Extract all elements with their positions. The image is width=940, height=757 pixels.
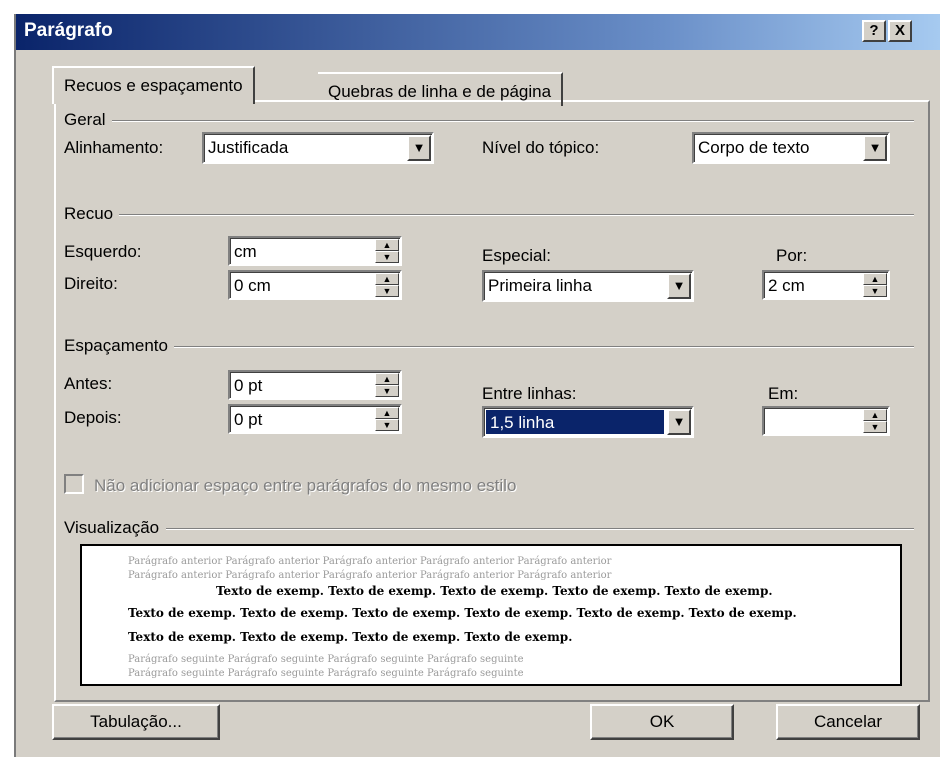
tab-recuos-espacamento[interactable]: Recuos e espaçamento [52,66,255,104]
dialog-title: Parágrafo [24,20,113,41]
preview-previous-paragraph: Parágrafo anterior Parágrafo anterior Pa… [128,570,612,581]
spinner-arrows[interactable]: ▲ ▼ [375,407,399,431]
group-geral-label: Geral [64,110,112,130]
antes-label: Antes: [64,374,113,393]
por-label: Por: [776,246,808,265]
alinhamento-label: Alinhamento: [64,138,164,157]
spinner-arrows[interactable]: ▲ ▼ [863,409,887,433]
spinner-arrows[interactable]: ▲ ▼ [863,273,887,297]
spinbox-value: 2 cm [768,276,805,295]
dropdown-value: Justificada [208,138,289,157]
preview-next-paragraph: Parágrafo seguinte Parágrafo seguinte Pa… [128,668,524,679]
ok-button[interactable]: OK [590,704,734,740]
group-divider [166,528,914,530]
spinner-arrows[interactable]: ▲ ▼ [375,373,399,397]
especial-dropdown[interactable]: Primeira linha ▼ [482,270,694,302]
spin-down-icon[interactable]: ▼ [375,251,399,263]
direito-label: Direito: [64,274,118,293]
esquerdo-spinbox[interactable]: cm ▲ ▼ [228,236,402,266]
spin-down-icon[interactable]: ▼ [375,285,399,297]
esquerdo-label: Esquerdo: [64,242,142,261]
preview-previous-paragraph: Parágrafo anterior Parágrafo anterior Pa… [128,556,612,567]
antes-spinbox[interactable]: 0 pt ▲ ▼ [228,370,402,400]
spin-down-icon[interactable]: ▼ [863,285,887,297]
background-strip [0,0,940,14]
no-space-checkbox-label: Não adicionar espaço entre parágrafos do… [94,476,517,495]
no-space-checkbox[interactable] [64,474,84,494]
cancelar-button[interactable]: Cancelar [776,704,920,740]
spin-down-icon[interactable]: ▼ [375,419,399,431]
spin-up-icon[interactable]: ▲ [375,273,399,285]
title-bar[interactable]: Parágrafo ? X [16,14,940,50]
close-button[interactable]: X [888,20,912,42]
help-button[interactable]: ? [862,20,886,42]
entre-linhas-label: Entre linhas: [482,384,577,403]
group-recuo-label: Recuo [64,204,120,224]
tab-label: Quebras de linha e de página [328,82,552,101]
paragraph-dialog: Parágrafo ? X Recuos e espaçamento Quebr… [14,14,940,757]
dropdown-value: 1,5 linha [490,413,555,432]
chevron-down-icon[interactable]: ▼ [667,409,691,435]
em-label: Em: [768,384,799,403]
spinbox-value: 0 pt [234,376,263,395]
group-divider [96,120,914,122]
dropdown-value: Primeira linha [488,276,592,295]
spinner-arrows[interactable]: ▲ ▼ [375,273,399,297]
spinbox-value: 0 cm [234,276,271,295]
nivel-topico-label: Nível do tópico: [482,138,600,157]
direito-spinbox[interactable]: 0 cm ▲ ▼ [228,270,402,300]
spin-up-icon[interactable]: ▲ [375,407,399,419]
depois-label: Depois: [64,408,122,427]
especial-label: Especial: [482,246,551,265]
alinhamento-dropdown[interactable]: Justificada ▼ [202,132,434,164]
paragraph-preview: Parágrafo anterior Parágrafo anterior Pa… [80,544,902,686]
spinbox-value: cm [234,242,257,261]
group-espacamento-label: Espaçamento [64,336,174,356]
chevron-down-icon[interactable]: ▼ [863,135,887,161]
selected-value-highlight: 1,5 linha [485,409,665,435]
spinner-arrows[interactable]: ▲ ▼ [375,239,399,263]
em-spinbox[interactable]: ▲ ▼ [762,406,890,436]
tab-label: Recuos e espaçamento [64,76,243,95]
por-spinbox[interactable]: 2 cm ▲ ▼ [762,270,890,300]
depois-spinbox[interactable]: 0 pt ▲ ▼ [228,404,402,434]
group-divider [96,214,914,216]
chevron-down-icon[interactable]: ▼ [407,135,431,161]
group-divider [166,346,914,348]
spin-down-icon[interactable]: ▼ [375,385,399,397]
tab-quebras-linha-pagina[interactable]: Quebras de linha e de página [318,72,564,106]
entre-linhas-dropdown[interactable]: 1,5 linha ▼ [482,406,694,438]
spin-down-icon[interactable]: ▼ [863,421,887,433]
dropdown-value: Corpo de texto [698,138,810,157]
spin-up-icon[interactable]: ▲ [863,273,887,285]
preview-next-paragraph: Parágrafo seguinte Parágrafo seguinte Pa… [128,654,524,665]
preview-sample-text: Texto de exemp. Texto de exemp. Texto de… [128,606,797,620]
preview-sample-text: Texto de exemp. Texto de exemp. Texto de… [216,584,773,598]
spinbox-value: 0 pt [234,410,263,429]
spin-up-icon[interactable]: ▲ [375,373,399,385]
preview-sample-text: Texto de exemp. Texto de exemp. Texto de… [128,630,573,644]
spin-up-icon[interactable]: ▲ [863,409,887,421]
group-visualizacao-label: Visualização [64,518,166,538]
nivel-topico-dropdown[interactable]: Corpo de texto ▼ [692,132,890,164]
tabulacao-button[interactable]: Tabulação... [52,704,220,740]
spin-up-icon[interactable]: ▲ [375,239,399,251]
chevron-down-icon[interactable]: ▼ [667,273,691,299]
